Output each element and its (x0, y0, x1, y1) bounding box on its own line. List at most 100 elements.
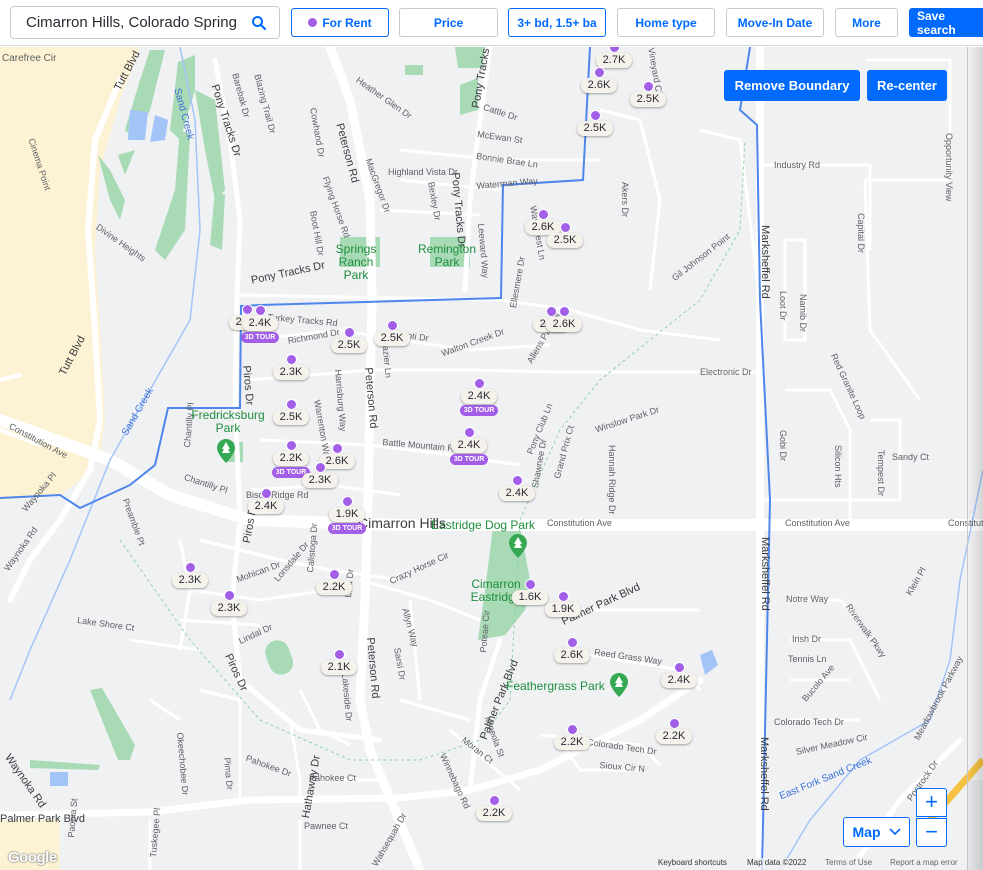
beds-baths-filter-button[interactable]: 3+ bd, 1.5+ ba (508, 8, 606, 37)
listing-price-label[interactable]: 2.4K (242, 316, 278, 331)
location-search-input[interactable] (26, 14, 241, 31)
map-type-dropdown[interactable]: Map (843, 817, 910, 847)
listing-price-label[interactable]: 2.3K (273, 365, 309, 380)
listing-price-label[interactable]: 1.9K (545, 602, 581, 617)
listing-pin-icon[interactable] (332, 443, 343, 454)
listing-pin-icon[interactable] (261, 488, 272, 499)
more-filters-button[interactable]: More (835, 8, 898, 37)
listing-price-label[interactable]: 1.9K (329, 507, 365, 522)
listing-price-label[interactable]: 2.5K (374, 331, 410, 346)
listing-price-label[interactable]: 2.6K (581, 78, 617, 93)
park-label: Eastridge Dog Park (431, 518, 536, 532)
listing-pin-icon[interactable] (342, 496, 353, 507)
listing-price-label[interactable]: 2.3K (211, 601, 247, 616)
save-search-button[interactable]: Save search (909, 8, 983, 37)
listing-price-label[interactable]: 2.3K (302, 473, 338, 488)
listing-pin-icon[interactable] (590, 110, 601, 121)
listing-pin-icon[interactable] (286, 399, 297, 410)
listing-price-label[interactable]: 2.5K (273, 410, 309, 425)
listing-pin-icon[interactable] (329, 569, 340, 580)
listing-price-label[interactable]: 2.4K (499, 486, 535, 501)
listing-pin-icon[interactable] (334, 649, 345, 660)
listing-price-label[interactable]: 2.6K (554, 648, 590, 663)
listing-pin-icon[interactable] (255, 305, 266, 316)
listing-price-label[interactable]: 2.5K (577, 121, 613, 136)
search-box[interactable] (10, 6, 280, 39)
listing-price-label[interactable]: 2.5K (547, 233, 583, 248)
listing-price-label[interactable]: 2.2K (476, 806, 512, 821)
fredricksburg-park-label: Fredricksburg Park (191, 408, 265, 435)
zoom-in-button[interactable]: + (916, 788, 947, 817)
street-label: Marksheffel Rd (759, 537, 771, 611)
park-label: Remington Park (414, 243, 480, 269)
street-label: Gobi Dr (778, 430, 788, 462)
listing-price-label[interactable]: 2.6K (546, 317, 582, 332)
listing-pin-icon[interactable] (525, 579, 536, 590)
golf-green (155, 130, 190, 260)
listing-pin-icon[interactable] (489, 795, 500, 806)
listing-pin-icon[interactable] (185, 562, 196, 573)
listing-price-label[interactable]: 2.4K (461, 389, 497, 404)
listing-pin-icon[interactable] (674, 662, 685, 673)
terms-of-use-link[interactable]: Terms of Use (825, 858, 873, 870)
listing-pin-icon[interactable] (538, 209, 549, 220)
street-label: Carefree Cir (2, 53, 57, 64)
map-canvas[interactable]: Carefree Cir Tutt Blvd Cinema Point Divi… (0, 47, 983, 870)
listing-price-label[interactable]: 2.4K (248, 499, 284, 514)
listing-pin-icon[interactable] (286, 440, 297, 451)
listing-pin-icon[interactable] (643, 81, 654, 92)
listing-pin-icon[interactable] (669, 718, 680, 729)
listing-price-label[interactable]: 2.2K (316, 580, 352, 595)
street-label: Capital Dr (856, 213, 866, 254)
listing-price-label[interactable]: 2.2K (273, 451, 309, 466)
move-in-date-filter-button[interactable]: Move-In Date (726, 8, 824, 37)
pond (150, 115, 168, 142)
street-label: Constitution Ave (547, 518, 612, 528)
search-icon[interactable] (251, 15, 267, 31)
listing-pin-icon[interactable] (546, 306, 557, 317)
listing-pin-icon[interactable] (464, 427, 475, 438)
map-type-label: Map (852, 824, 881, 840)
listing-pin-icon[interactable] (558, 591, 569, 602)
listing-pin-icon[interactable] (224, 590, 235, 601)
for-rent-filter-button[interactable]: For Rent (291, 8, 389, 37)
listing-pin-icon[interactable] (512, 475, 523, 486)
listing-price-label[interactable]: 2.3K (172, 573, 208, 588)
street-label: Akers Dr (620, 182, 630, 218)
map-data-attribution: Map data ©2022 (747, 858, 807, 870)
listing-price-label[interactable]: 2.5K (630, 92, 666, 107)
listing-pin-icon[interactable] (387, 320, 398, 331)
listing-pin-icon[interactable] (559, 306, 570, 317)
listing-pin-icon[interactable] (567, 637, 578, 648)
listing-pin-icon[interactable] (594, 67, 605, 78)
listing-pin-icon[interactable] (474, 378, 485, 389)
listing-pin-icon[interactable] (344, 327, 355, 338)
street-label: Opportunity View (944, 133, 954, 202)
listing-price-label[interactable]: 2.4K (451, 438, 487, 453)
listing-price-label[interactable]: 2.2K (554, 735, 590, 750)
listing-price-label[interactable]: 2.5K (331, 338, 367, 353)
listing-pin-icon[interactable] (315, 462, 326, 473)
listing-price-label[interactable]: 2.4K (661, 673, 697, 688)
keyboard-shortcuts-link[interactable]: Keyboard shortcuts (658, 858, 727, 870)
listing-pin-icon[interactable] (567, 724, 578, 735)
recenter-button[interactable]: Re-center (867, 70, 947, 101)
listing-price-label[interactable]: 2.7K (596, 53, 632, 68)
zoom-out-button[interactable]: − (916, 818, 947, 847)
listing-pin-icon[interactable] (242, 304, 253, 315)
listing-price-label[interactable]: 2.1K (321, 660, 357, 675)
remove-boundary-button[interactable]: Remove Boundary (724, 70, 860, 101)
listing-price-label[interactable]: 1.6K (512, 590, 548, 605)
park-area (265, 640, 294, 675)
report-map-error-link[interactable]: Report a map error (890, 858, 958, 870)
street-label: Irish Dr (792, 634, 821, 644)
street-label: Constitution Ave (785, 518, 850, 528)
price-filter-button[interactable]: Price (399, 8, 498, 37)
listing-pin-icon[interactable] (560, 222, 571, 233)
listing-pin-icon[interactable] (286, 354, 297, 365)
street-label: Tennis Ln (788, 654, 827, 664)
pond (50, 772, 68, 786)
listing-price-label[interactable]: 2.2K (656, 729, 692, 744)
search-toolbar: For Rent Price 3+ bd, 1.5+ ba Home type … (0, 0, 983, 46)
home-type-filter-button[interactable]: Home type (617, 8, 715, 37)
